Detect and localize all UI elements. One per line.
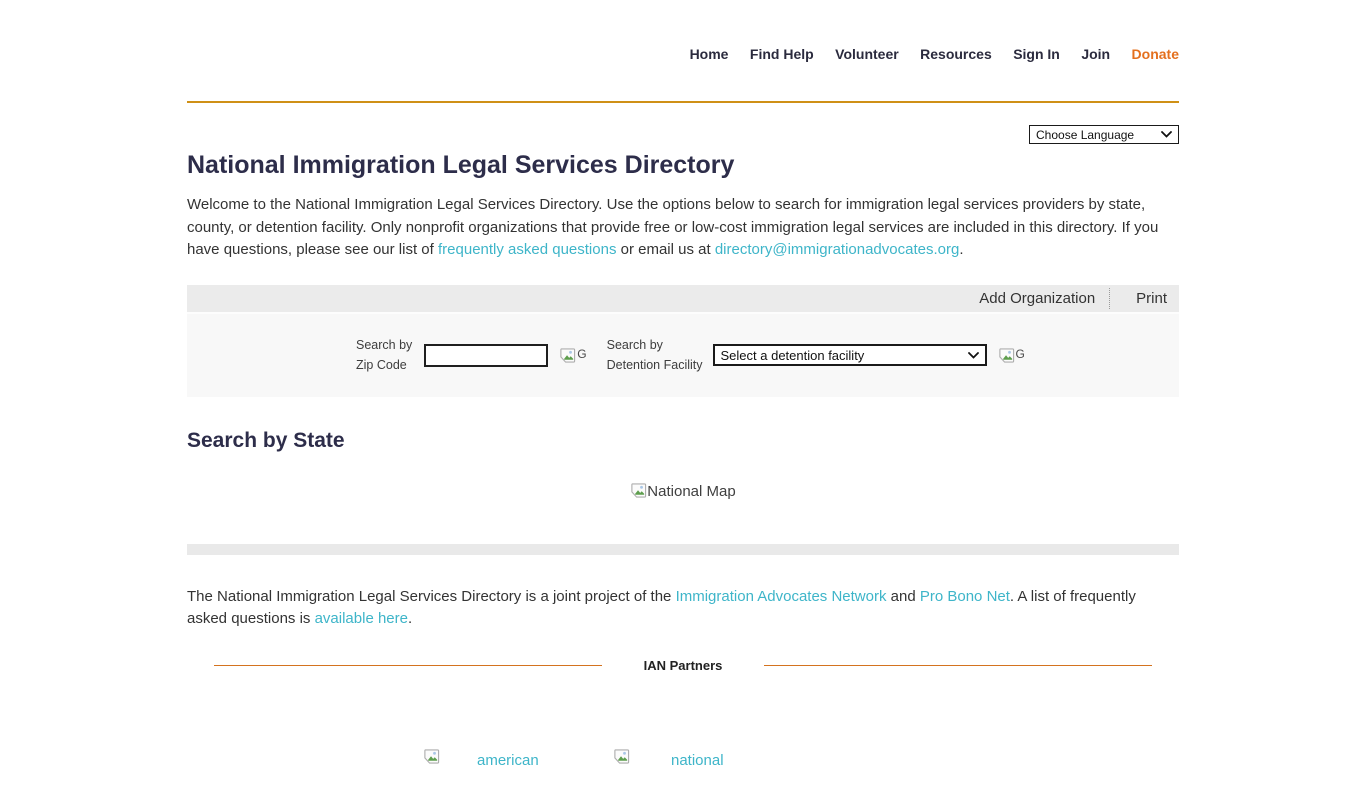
- zip-label-line2: Zip Code: [356, 355, 412, 375]
- nav-home[interactable]: Home: [690, 46, 729, 62]
- national-map-placeholder[interactable]: National Map: [187, 482, 1179, 500]
- broken-image-icon: [613, 748, 630, 765]
- footer-paragraph: The National Immigration Legal Services …: [187, 586, 1179, 631]
- intro-paragraph: Welcome to the National Immigration Lega…: [187, 194, 1179, 262]
- partner-logo-national[interactable]: national: [613, 748, 724, 769]
- nav-resources[interactable]: Resources: [920, 46, 992, 62]
- partner-logo-american-alt: american: [477, 752, 539, 769]
- zip-search-label: Search by Zip Code: [356, 335, 412, 375]
- intro-text-2: or email us at: [616, 241, 714, 258]
- zip-go-alt-text: G: [577, 347, 586, 361]
- nav-find-help[interactable]: Find Help: [750, 46, 814, 62]
- zip-code-input[interactable]: [424, 344, 548, 367]
- chevron-down-icon: [968, 352, 979, 359]
- facility-label-line1: Search by: [607, 335, 703, 355]
- facility-go-alt-text: G: [1016, 347, 1025, 361]
- partner-logo-national-alt: national: [671, 752, 724, 769]
- facility-go-button[interactable]: G: [998, 347, 1025, 364]
- zip-go-button[interactable]: G: [559, 347, 586, 364]
- facility-select-value: Select a detention facility: [721, 348, 865, 363]
- search-by-state-heading: Search by State: [187, 429, 1179, 453]
- footer-text-4: .: [408, 610, 412, 627]
- facility-search-label: Search by Detention Facility: [607, 335, 703, 375]
- ian-link[interactable]: Immigration Advocates Network: [676, 588, 887, 605]
- language-row: Choose Language: [187, 125, 1179, 144]
- intro-text-3: .: [959, 241, 963, 258]
- divider-line-right: [764, 665, 1152, 666]
- directory-toolbar: Add Organization Print: [187, 285, 1179, 314]
- broken-image-icon: [998, 347, 1015, 364]
- pro-bono-net-link[interactable]: Pro Bono Net: [920, 588, 1010, 605]
- nav-volunteer[interactable]: Volunteer: [835, 46, 899, 62]
- header-divider: [187, 101, 1179, 103]
- top-navigation: Home Find Help Volunteer Resources Sign …: [187, 0, 1179, 64]
- partner-logos-row: american national: [0, 748, 1366, 788]
- broken-image-icon: [559, 347, 576, 364]
- faq-link[interactable]: frequently asked questions: [438, 241, 616, 258]
- page-container: Home Find Help Volunteer Resources Sign …: [187, 0, 1179, 673]
- language-select[interactable]: Choose Language: [1029, 125, 1179, 144]
- detention-facility-select[interactable]: Select a detention facility: [713, 344, 987, 366]
- available-here-link[interactable]: available here: [315, 610, 408, 627]
- broken-image-icon: [630, 482, 647, 499]
- ian-partners-heading: IAN Partners: [644, 658, 723, 673]
- page-title: National Immigration Legal Services Dire…: [187, 151, 1179, 180]
- ian-partners-divider: IAN Partners: [187, 658, 1179, 673]
- zip-label-line1: Search by: [356, 335, 412, 355]
- footer-text-1: The National Immigration Legal Services …: [187, 588, 676, 605]
- partner-logo-american[interactable]: american: [423, 748, 539, 769]
- nav-join[interactable]: Join: [1081, 46, 1110, 62]
- search-area: Search by Zip Code G Search by Detention…: [187, 314, 1179, 397]
- add-organization-link[interactable]: Add Organization: [979, 290, 1109, 307]
- broken-image-icon: [423, 748, 440, 765]
- email-link[interactable]: directory@immigrationadvocates.org: [715, 241, 960, 258]
- national-map-alt-text: National Map: [647, 483, 735, 500]
- divider-line-left: [214, 665, 602, 666]
- chevron-down-icon: [1161, 131, 1172, 138]
- print-link[interactable]: Print: [1109, 288, 1179, 309]
- section-divider-band: [187, 544, 1179, 555]
- nav-donate[interactable]: Donate: [1132, 46, 1179, 62]
- facility-label-line2: Detention Facility: [607, 355, 703, 375]
- nav-sign-in[interactable]: Sign In: [1013, 46, 1060, 62]
- footer-text-2: and: [886, 588, 919, 605]
- language-select-value: Choose Language: [1036, 128, 1134, 142]
